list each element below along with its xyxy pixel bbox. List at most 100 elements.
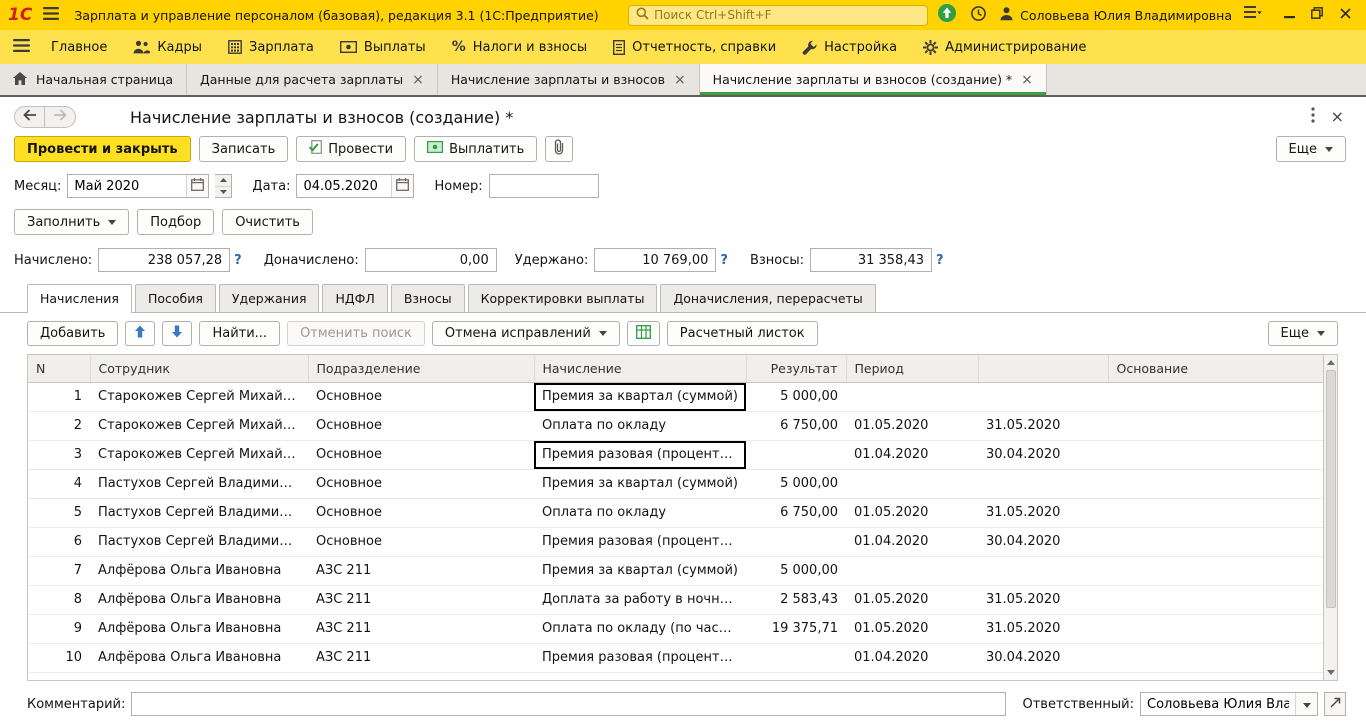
cell-period-to[interactable]: [978, 382, 1108, 411]
section-tab[interactable]: НДФЛ: [322, 284, 387, 312]
main-menu-button[interactable]: [39, 4, 63, 26]
accrued-help-link[interactable]: ?: [234, 253, 242, 268]
cell-period-to[interactable]: 31.05.2020: [978, 585, 1108, 614]
cell-row-number[interactable]: 6: [28, 527, 90, 556]
menu-item-salary[interactable]: Зарплата: [215, 30, 327, 64]
post-and-close-button[interactable]: Провести и закрыть: [14, 136, 191, 162]
undo-corrections-button[interactable]: Отмена исправлений: [432, 321, 620, 346]
cell-department[interactable]: АЗС 211: [308, 585, 534, 614]
column-header-period[interactable]: Период: [846, 355, 978, 382]
minimize-button[interactable]: [1276, 4, 1302, 26]
table-row[interactable]: 9 Алфёрова Ольга Ивановна АЗС 211 Оплата…: [28, 614, 1323, 643]
cell-basis[interactable]: [1108, 527, 1323, 556]
cell-department[interactable]: Основное: [308, 411, 534, 440]
table-row[interactable]: 6 Пастухов Сергей Владимирович Основное …: [28, 527, 1323, 556]
cell-result[interactable]: [746, 440, 846, 469]
cell-accrual[interactable]: Премия разовая (процентом): [534, 643, 746, 672]
cell-basis[interactable]: [1108, 411, 1323, 440]
cell-result[interactable]: 19 375,71: [746, 614, 846, 643]
cell-department[interactable]: АЗС 211: [308, 643, 534, 672]
menu-item-main[interactable]: Главное: [38, 30, 120, 64]
cell-accrual[interactable]: Премия разовая (процентом): [534, 440, 746, 469]
document-tab[interactable]: Начисление зарплаты и взносов ×: [438, 64, 700, 95]
scrollbar-thumb[interactable]: [1326, 370, 1336, 608]
step-down-button[interactable]: [215, 186, 231, 198]
cell-result[interactable]: 5 000,00: [746, 382, 846, 411]
cancel-find-button[interactable]: Отменить поиск: [287, 321, 425, 346]
responsible-field[interactable]: [1140, 692, 1318, 716]
tab-close-icon[interactable]: ×: [412, 73, 424, 87]
table-row[interactable]: 1 Старокожев Сергей Михайлович Основное …: [28, 382, 1323, 411]
cell-accrual[interactable]: Премия за квартал (суммой): [534, 382, 746, 411]
cell-period-to[interactable]: 31.05.2020: [978, 411, 1108, 440]
section-tab[interactable]: Начисления: [27, 284, 132, 313]
cell-accrual[interactable]: Доплата за работу в ночное вр…: [534, 585, 746, 614]
cell-accrual[interactable]: Оплата по окладу: [534, 411, 746, 440]
forward-button[interactable]: [45, 106, 76, 128]
section-tab[interactable]: Пособия: [135, 284, 216, 312]
table-row[interactable]: 3 Старокожев Сергей Михайлович Основное …: [28, 440, 1323, 469]
cell-result[interactable]: 5 000,00: [746, 469, 846, 498]
contributions-help-link[interactable]: ?: [936, 253, 944, 268]
cell-period-to[interactable]: 31.05.2020: [978, 614, 1108, 643]
table-row[interactable]: 4 Пастухов Сергей Владимирович Основное …: [28, 469, 1323, 498]
pick-button[interactable]: Подбор: [137, 209, 214, 235]
cell-row-number[interactable]: 9: [28, 614, 90, 643]
cell-period-from[interactable]: 01.04.2020: [846, 440, 978, 469]
cell-employee[interactable]: Пастухов Сергей Владимирович: [90, 498, 308, 527]
cell-basis[interactable]: [1108, 382, 1323, 411]
functions-menu-button[interactable]: [4, 30, 38, 64]
column-header-basis[interactable]: Основание: [1108, 355, 1323, 382]
close-window-button[interactable]: [1332, 4, 1358, 26]
section-tab[interactable]: Корректировки выплаты: [468, 284, 658, 312]
update-available-button[interactable]: [935, 4, 959, 26]
back-button[interactable]: [14, 106, 45, 128]
month-input[interactable]: [68, 175, 186, 197]
cell-employee[interactable]: Пастухов Сергей Владимирович: [90, 527, 308, 556]
grid-more-button[interactable]: Еще: [1268, 321, 1338, 346]
cell-accrual[interactable]: Оплата по окладу: [534, 498, 746, 527]
write-button[interactable]: Записать: [199, 136, 289, 162]
withheld-help-link[interactable]: ?: [720, 253, 728, 268]
service-menu-button[interactable]: [1241, 4, 1265, 26]
cell-department[interactable]: Основное: [308, 527, 534, 556]
cell-result[interactable]: [746, 527, 846, 556]
menu-item-settings[interactable]: Настройка: [789, 30, 910, 64]
cell-basis[interactable]: [1108, 556, 1323, 585]
cell-period-from[interactable]: 01.05.2020: [846, 498, 978, 527]
post-button[interactable]: Провести: [296, 136, 406, 162]
cell-department[interactable]: Основное: [308, 382, 534, 411]
scroll-up-icon[interactable]: [1324, 355, 1337, 370]
move-up-button[interactable]: [125, 321, 155, 346]
responsible-input[interactable]: [1141, 693, 1295, 715]
cell-period-to[interactable]: 31.05.2020: [978, 498, 1108, 527]
table-row[interactable]: 8 Алфёрова Ольга Ивановна АЗС 211 Доплат…: [28, 585, 1323, 614]
cell-employee[interactable]: Старокожев Сергей Михайлович: [90, 411, 308, 440]
cell-accrual[interactable]: Премия за квартал (суммой): [534, 556, 746, 585]
fill-button[interactable]: Заполнить: [14, 209, 129, 235]
cell-result[interactable]: 6 750,00: [746, 498, 846, 527]
cell-department[interactable]: Основное: [308, 469, 534, 498]
cell-period-from[interactable]: [846, 469, 978, 498]
attachments-button[interactable]: [545, 136, 573, 162]
table-row[interactable]: 7 Алфёрова Ольга Ивановна АЗС 211 Премия…: [28, 556, 1323, 585]
clear-button[interactable]: Очистить: [222, 209, 313, 235]
date-input[interactable]: [297, 175, 391, 197]
cell-result[interactable]: 5 000,00: [746, 556, 846, 585]
open-responsible-button[interactable]: [1324, 692, 1346, 716]
current-user[interactable]: Соловьева Юлия Владимировна: [999, 6, 1232, 25]
cell-row-number[interactable]: 4: [28, 469, 90, 498]
add-row-button[interactable]: Добавить: [27, 321, 118, 346]
cell-row-number[interactable]: 8: [28, 585, 90, 614]
find-button[interactable]: Найти...: [199, 321, 280, 346]
column-header-department[interactable]: Подразделение: [308, 355, 534, 382]
cell-employee[interactable]: Алфёрова Ольга Ивановна: [90, 643, 308, 672]
cell-period-to[interactable]: [978, 556, 1108, 585]
month-field[interactable]: [67, 174, 209, 198]
tab-close-icon[interactable]: ×: [1021, 73, 1033, 87]
cell-accrual[interactable]: Премия за квартал (суммой): [534, 469, 746, 498]
cell-basis[interactable]: [1108, 498, 1323, 527]
move-down-button[interactable]: [162, 321, 192, 346]
number-field[interactable]: [489, 174, 599, 198]
cell-period-from[interactable]: 01.05.2020: [846, 585, 978, 614]
